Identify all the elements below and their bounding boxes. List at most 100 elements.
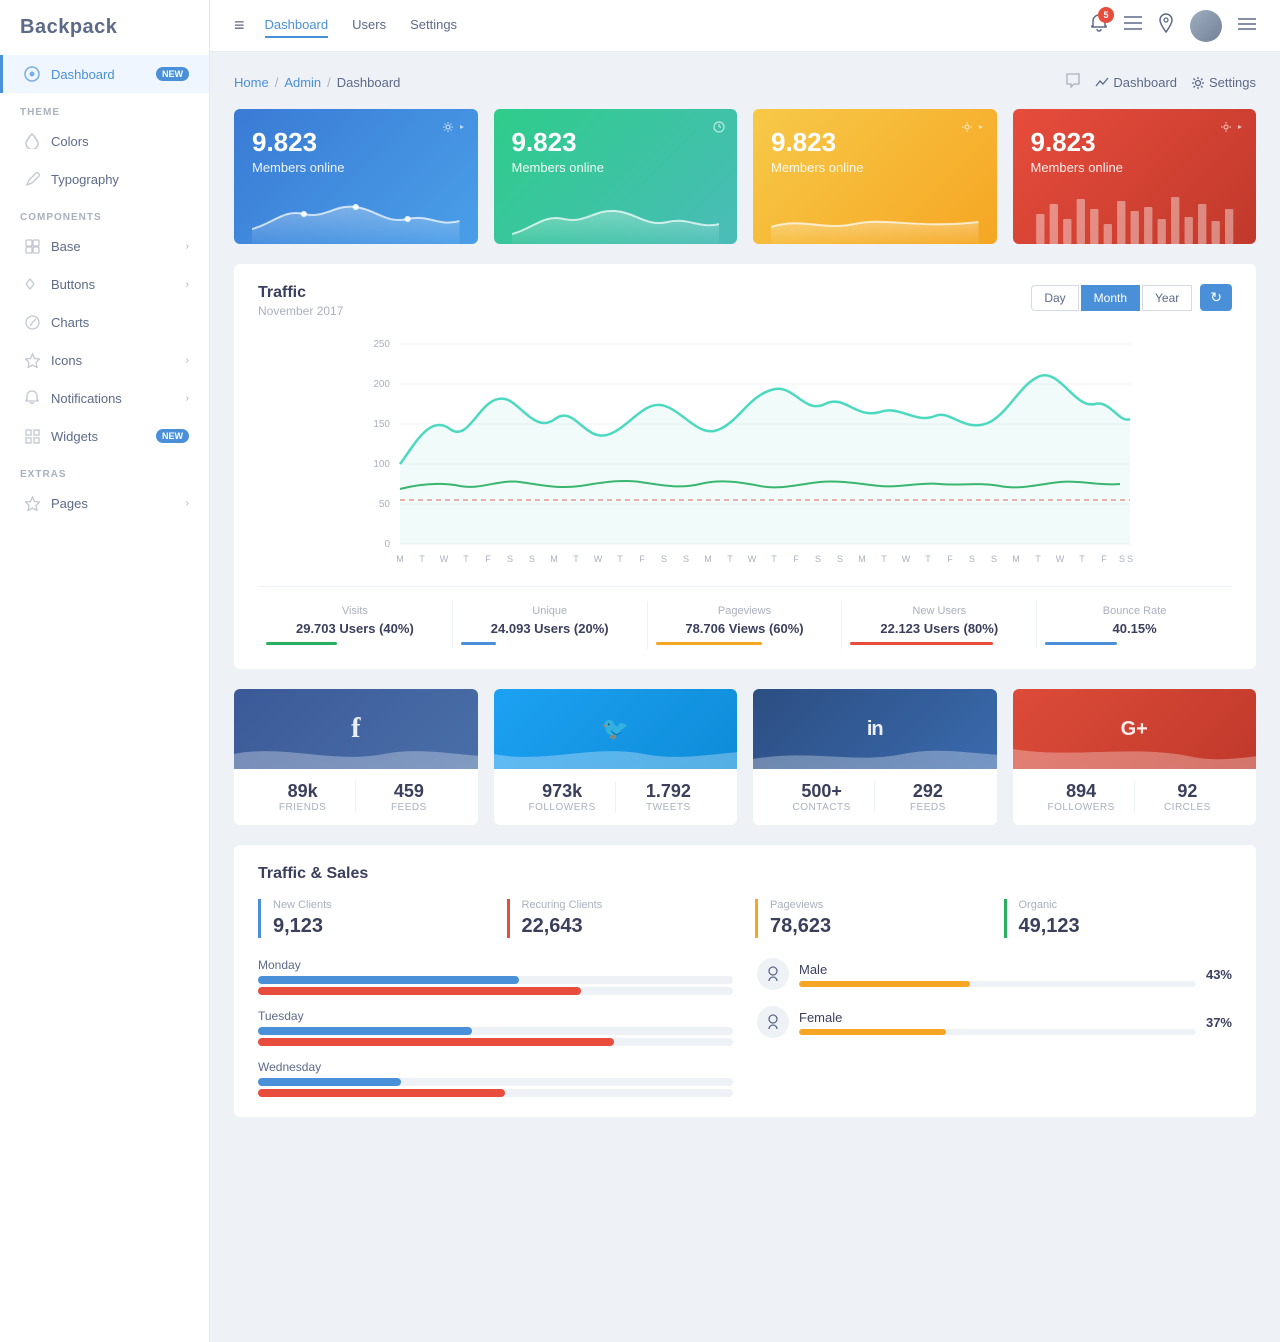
ts-gender-female-track (799, 1029, 1196, 1035)
svg-text:S: S (529, 554, 535, 564)
sidebar-item-dashboard[interactable]: Dashboard NEW (0, 55, 209, 93)
location-button[interactable] (1158, 13, 1174, 38)
sidebar-item-icons[interactable]: Icons › (0, 341, 209, 379)
facebook-friends-label: FRIENDS (250, 802, 355, 813)
bell-icon (23, 389, 41, 407)
star-icon (23, 351, 41, 369)
breadcrumb-dashboard-link[interactable]: Dashboard (1095, 75, 1177, 90)
stat-cards-grid: 9.823 Members online (234, 109, 1256, 244)
ts-pageviews-label: Pageviews (770, 899, 984, 911)
svg-text:250: 250 (373, 339, 390, 350)
sidebar: Backpack Dashboard NEW THEME Colors Typo… (0, 0, 210, 1342)
sidebar-item-buttons[interactable]: Buttons › (0, 265, 209, 303)
sidebar-item-notifications[interactable]: Notifications › (0, 379, 209, 417)
traffic-card: Traffic November 2017 Day Month Year ↻ (234, 264, 1256, 669)
list-button[interactable] (1124, 15, 1142, 36)
stat-card-label-3: Members online (1031, 160, 1239, 175)
stat-card-label-1: Members online (512, 160, 720, 175)
ts-stat-recuring-clients: Recuring Clients 22,643 (507, 899, 736, 938)
googleplus-circles-label: CIRCLES (1135, 802, 1240, 813)
svg-text:F: F (793, 554, 799, 564)
hamburger-button[interactable]: ≡ (234, 15, 245, 36)
svg-text:S: S (683, 554, 689, 564)
sidebar-item-base[interactable]: Base › (0, 227, 209, 265)
breadcrumb-dashboard-label: Dashboard (1113, 75, 1177, 90)
traffic-refresh-button[interactable]: ↻ (1200, 284, 1232, 311)
facebook-card-top: f (234, 689, 478, 769)
sidebar-label-typography: Typography (51, 172, 189, 187)
ts-gender-female-pct: 37% (1206, 1015, 1232, 1030)
breadcrumb-settings-link[interactable]: Settings (1191, 75, 1256, 90)
traffic-sales-card: Traffic & Sales New Clients 9,123 Recuri… (234, 845, 1256, 1117)
svg-text:100: 100 (373, 459, 390, 470)
ts-gender-section: Male 43% Female (757, 958, 1232, 1097)
ts-bar-wednesday-fill-1 (258, 1078, 401, 1086)
stat-card-0: 9.823 Members online (234, 109, 478, 244)
arrow-icon-buttons: › (186, 279, 189, 290)
breadcrumb-admin[interactable]: Admin (284, 75, 321, 90)
ts-stat-organic: Organic 49,123 (1004, 899, 1233, 938)
notifications-button[interactable]: 5 (1090, 13, 1108, 38)
sidebar-item-pages[interactable]: Pages › (0, 484, 209, 522)
grid-icon (23, 427, 41, 445)
user-avatar[interactable] (1190, 10, 1222, 42)
svg-text:S: S (1127, 554, 1133, 564)
twitter-wave (494, 739, 738, 769)
badge-new-widgets: NEW (156, 429, 189, 443)
traffic-btn-day[interactable]: Day (1031, 285, 1078, 311)
sidebar-item-widgets[interactable]: Widgets NEW (0, 417, 209, 455)
stat-card-settings-1[interactable] (713, 121, 725, 133)
traffic-btn-month[interactable]: Month (1081, 285, 1140, 311)
buttons-icon (23, 275, 41, 293)
stat-card-3: 9.823 Members online (1013, 109, 1257, 244)
topbar-nav-users[interactable]: Users (352, 13, 386, 38)
stat-card-settings-2[interactable] (961, 121, 985, 133)
svg-text:M: M (396, 554, 404, 564)
stat-card-settings-3[interactable] (1220, 121, 1244, 133)
facebook-stats: 89k FRIENDS 459 FEEDS (234, 769, 478, 825)
breadcrumb-chat-icon[interactable] (1065, 72, 1081, 93)
ts-gender-male-bar (799, 981, 970, 987)
googleplus-wave (1013, 739, 1257, 769)
arrow-icon-pages: › (186, 498, 189, 509)
dashboard-icon (23, 65, 41, 83)
svg-text:W: W (594, 554, 603, 564)
googleplus-followers-num: 894 (1029, 781, 1134, 802)
breadcrumb-home[interactable]: Home (234, 75, 269, 90)
googleplus-circles: 92 CIRCLES (1135, 781, 1240, 813)
ts-bar-wednesday-track-1 (258, 1078, 733, 1086)
svg-text:T: T (881, 554, 887, 564)
ts-bar-monday-track-2 (258, 987, 733, 995)
svg-text:M: M (1012, 554, 1020, 564)
social-cards-grid: f 89k FRIENDS 459 FEEDS 🐦 (234, 689, 1256, 825)
traffic-stat-newusers: New Users 22.123 Users (80%) (842, 601, 1037, 649)
stat-card-settings-0[interactable] (442, 121, 466, 133)
traffic-chart-svg: 250 200 150 100 50 0 M T (258, 334, 1232, 574)
stat-card-1: 9.823 Members online (494, 109, 738, 244)
svg-text:M: M (550, 554, 558, 564)
sidebar-label-charts: Charts (51, 315, 189, 330)
ts-recuring-clients-label: Recuring Clients (522, 899, 736, 911)
sidebar-item-charts[interactable]: Charts (0, 303, 209, 341)
bounce-label: Bounce Rate (1045, 605, 1224, 617)
sidebar-label-dashboard: Dashboard (51, 67, 150, 82)
ts-gender-female-bar (799, 1029, 946, 1035)
social-card-googleplus: G+ 894 FOLLOWERS 92 CIRCLES (1013, 689, 1257, 825)
ts-stat-new-clients: New Clients 9,123 (258, 899, 487, 938)
svg-text:S: S (837, 554, 843, 564)
linkedin-wave (753, 739, 997, 769)
topbar-nav-settings[interactable]: Settings (410, 13, 457, 38)
traffic-btn-year[interactable]: Year (1142, 285, 1192, 311)
badge-new-dashboard: NEW (156, 67, 189, 81)
topbar-nav-dashboard[interactable]: Dashboard (265, 13, 329, 38)
linkedin-contacts-label: CONTACTS (769, 802, 874, 813)
topbar-menu-button[interactable] (1238, 15, 1256, 36)
traffic-btn-group: Day Month Year ↻ (1031, 284, 1232, 311)
sidebar-item-colors[interactable]: Colors (0, 122, 209, 160)
sidebar-item-typography[interactable]: Typography (0, 160, 209, 198)
traffic-header: Traffic November 2017 Day Month Year ↻ (258, 284, 1232, 318)
section-components: COMPONENTS (0, 198, 209, 227)
svg-text:T: T (573, 554, 579, 564)
section-extras: EXTRAS (0, 455, 209, 484)
ts-gender-male-info: Male (799, 962, 1196, 987)
